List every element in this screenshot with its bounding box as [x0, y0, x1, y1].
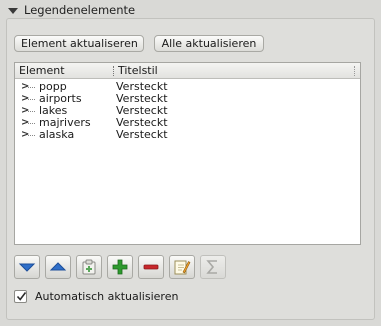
auto-update-checkbox[interactable]: [14, 290, 27, 303]
branch-line: [28, 87, 35, 88]
add-item-button[interactable]: [107, 255, 133, 279]
group-title: Legendenelemente: [24, 3, 136, 17]
sum-button[interactable]: [200, 255, 226, 279]
column-separator-end: [354, 66, 355, 76]
checkmark-icon: [16, 292, 27, 301]
add-group-icon: [82, 259, 96, 275]
auto-update-label[interactable]: Automatisch aktualisieren: [35, 290, 178, 303]
edit-icon: [174, 260, 191, 275]
remove-item-button[interactable]: [138, 255, 164, 279]
move-down-button[interactable]: [14, 255, 40, 279]
update-all-button[interactable]: Alle aktualisieren: [154, 35, 264, 52]
sum-icon: [206, 260, 217, 274]
update-item-button[interactable]: Element aktualiseren: [14, 35, 144, 52]
column-separator[interactable]: [113, 66, 114, 76]
layer-name: alaska: [39, 128, 75, 141]
move-up-icon: [49, 262, 67, 271]
title-style-value[interactable]: Versteckt: [116, 129, 168, 141]
remove-icon: [143, 264, 159, 270]
add-group-button[interactable]: [76, 255, 102, 279]
branch-line: [28, 123, 35, 124]
move-down-icon: [18, 263, 36, 272]
branch-line: [28, 111, 35, 112]
tree-header: Element Titelstil: [15, 63, 360, 79]
move-up-button[interactable]: [45, 255, 71, 279]
add-icon: [112, 259, 128, 275]
column-header-element[interactable]: Element: [19, 63, 65, 79]
tree-row[interactable]: > alaska Versteckt: [15, 129, 360, 141]
collapse-triangle-icon[interactable]: [8, 8, 18, 14]
branch-line: [28, 135, 35, 136]
edit-item-button[interactable]: [169, 255, 195, 279]
legend-items-tree[interactable]: Element Titelstil > popp Versteckt > air…: [14, 62, 361, 245]
column-header-title-style[interactable]: Titelstil: [118, 63, 158, 79]
branch-line: [28, 99, 35, 100]
